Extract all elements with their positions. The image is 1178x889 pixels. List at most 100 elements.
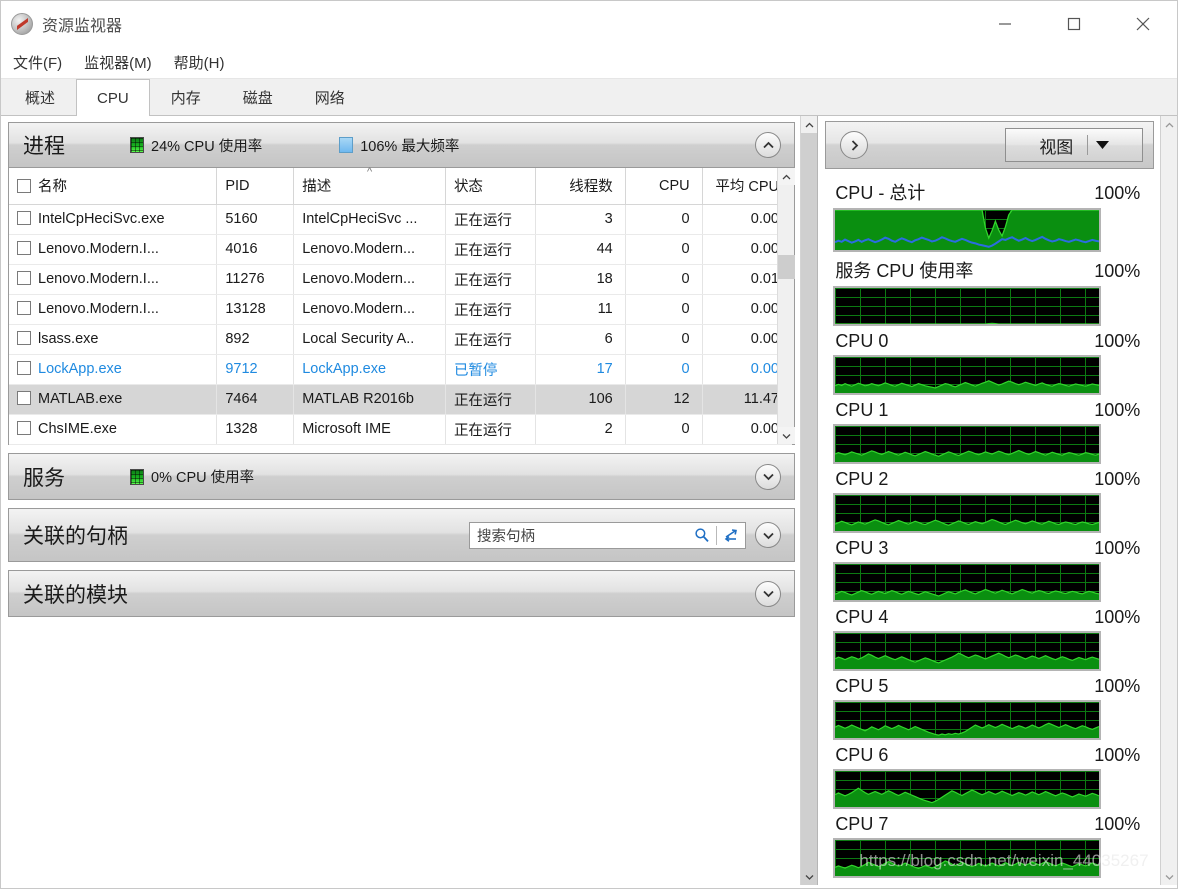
handles-header[interactable]: 关联的句柄 搜索句柄 (9, 509, 794, 561)
table-row[interactable]: Lenovo.Modern.I... 11276 Lenovo.Modern..… (9, 264, 793, 295)
right-scroll-down-button[interactable] (1161, 868, 1178, 885)
cell-pid: 11276 (216, 264, 295, 295)
left-pane-scrollbar[interactable] (800, 116, 818, 885)
right-pane-collapse-button[interactable] (840, 131, 869, 159)
col-header-pid[interactable]: PID (216, 168, 295, 205)
menu-file[interactable]: 文件(F) (13, 52, 62, 73)
tab-cpu[interactable]: CPU (76, 79, 150, 116)
row-checkbox[interactable] (17, 211, 31, 225)
services-expand-button[interactable] (755, 463, 781, 490)
row-checkbox[interactable] (17, 361, 31, 375)
menu-monitor[interactable]: 监视器(M) (84, 52, 152, 73)
graph-cpu-3 (833, 562, 1102, 602)
row-checkbox[interactable] (17, 271, 31, 285)
col-header-threads[interactable]: 线程数 (535, 168, 626, 205)
select-all-checkbox[interactable] (17, 179, 31, 194)
graph-plot (835, 652, 1100, 669)
search-input[interactable]: 搜索句柄 (470, 525, 688, 546)
menu-help[interactable]: 帮助(H) (174, 52, 225, 73)
graph-plot (835, 722, 1100, 738)
refresh-button[interactable] (717, 523, 745, 548)
handles-expand-button[interactable] (755, 522, 781, 548)
window-controls (970, 1, 1177, 47)
tab-network[interactable]: 网络 (294, 79, 366, 115)
cell-name: IntelCpHeciSvc.exe (38, 211, 165, 227)
cell-cpu: 0 (625, 414, 703, 445)
cell-name: LockApp.exe (38, 361, 122, 377)
graphs-container: 视图 CPU - 总计 100% 服务 CPU 使用率 100% CPU 0 1… (818, 116, 1160, 885)
right-pane-scrollbar[interactable] (1160, 116, 1177, 885)
search-button[interactable] (688, 523, 716, 548)
window-title: 资源监视器 (42, 18, 123, 35)
cell-description: LockApp.exe (293, 354, 446, 385)
row-checkbox[interactable] (17, 331, 31, 345)
cell-status: 正在运行 (445, 414, 537, 445)
chevron-down-icon (762, 590, 774, 598)
graph-label-cpu-4: CPU 4 100% (833, 605, 1152, 631)
close-button[interactable] (1108, 1, 1177, 47)
graph-label-cpu-2: CPU 2 100% (833, 467, 1152, 493)
tab-overview[interactable]: 概述 (4, 79, 76, 115)
cell-description: Microsoft IME (293, 414, 446, 445)
graph-cpu-2 (833, 493, 1102, 533)
row-checkbox[interactable] (17, 301, 31, 315)
table-row[interactable]: IntelCpHeciSvc.exe 5160 IntelCpHeciSvc .… (9, 204, 793, 235)
cell-name: lsass.exe (38, 331, 99, 347)
handle-search-box[interactable]: 搜索句柄 (469, 521, 746, 549)
graph-title: CPU 0 (835, 331, 889, 351)
table-row[interactable]: Lenovo.Modern.I... 4016 Lenovo.Modern...… (9, 234, 793, 265)
graph-max: 100% (1094, 607, 1141, 627)
processes-collapse-button[interactable] (755, 132, 781, 158)
left-scroll-down-button[interactable] (801, 868, 818, 885)
cell-cpu: 0 (625, 294, 703, 325)
process-table-scrollbar[interactable] (777, 168, 795, 444)
scroll-up-button[interactable] (778, 168, 795, 185)
chevron-down-icon (1165, 874, 1174, 880)
scroll-thumb[interactable] (778, 255, 795, 279)
minimize-button[interactable] (970, 1, 1039, 47)
graph-cpu-7 (833, 838, 1102, 878)
table-row[interactable]: MATLAB.exe 7464 MATLAB R2016b 正在运行 106 1… (9, 384, 793, 415)
left-scroll-up-button[interactable] (801, 116, 818, 133)
cell-status: 正在运行 (445, 324, 537, 355)
table-row[interactable]: LockApp.exe 9712 LockApp.exe 已暂停 17 0 0.… (9, 354, 793, 385)
process-table-header-row: 名称 PID ^ 描述 状态 线程数 CPU 平均 CPU (9, 167, 793, 205)
tab-disk[interactable]: 磁盘 (222, 79, 294, 115)
processes-header[interactable]: 进程 24% CPU 使用率 106% 最大频率 (9, 123, 794, 168)
processes-group: 进程 24% CPU 使用率 106% 最大频率 名称 PID ^ 描述 状态 … (8, 122, 795, 445)
table-row[interactable]: lsass.exe 892 Local Security A.. 正在运行 6 … (9, 324, 793, 355)
chevron-down-icon (782, 433, 791, 439)
processes-max-frequency-text: 106% 最大频率 (360, 138, 460, 155)
table-row[interactable]: ChsIME.exe 1328 Microsoft IME 正在运行 2 0 0… (9, 414, 793, 445)
services-header[interactable]: 服务 0% CPU 使用率 (9, 454, 794, 499)
row-checkbox[interactable] (17, 421, 31, 435)
scroll-down-button[interactable] (778, 427, 795, 444)
process-table-wrapper: 名称 PID ^ 描述 状态 线程数 CPU 平均 CPU IntelCpHec… (9, 167, 795, 445)
row-checkbox[interactable] (17, 241, 31, 255)
col-header-status[interactable]: 状态 (445, 168, 537, 205)
tab-memory[interactable]: 内存 (150, 79, 222, 115)
col-header-name[interactable]: 名称 (9, 168, 218, 205)
row-checkbox[interactable] (17, 391, 31, 405)
cell-pid: 5160 (216, 204, 295, 235)
refresh-arrows-icon (724, 529, 737, 542)
cell-threads: 44 (535, 234, 626, 265)
chevron-down-icon (762, 532, 774, 539)
modules-expand-button[interactable] (755, 580, 781, 607)
graph-plot (835, 787, 1100, 807)
view-button[interactable]: 视图 (1005, 128, 1144, 162)
cell-status: 正在运行 (445, 384, 537, 415)
col-header-description[interactable]: ^ 描述 (293, 167, 446, 205)
cell-cpu: 0 (625, 324, 703, 355)
table-row[interactable]: Lenovo.Modern.I... 13128 Lenovo.Modern..… (9, 294, 793, 325)
graph-cpu-0 (833, 355, 1102, 395)
view-button-label: 视图 (1039, 137, 1074, 157)
col-header-cpu[interactable]: CPU (625, 168, 703, 205)
modules-header[interactable]: 关联的模块 (9, 571, 794, 616)
right-scroll-up-button[interactable] (1161, 116, 1178, 133)
cell-description: Lenovo.Modern... (293, 294, 446, 325)
chevron-up-icon (762, 141, 774, 148)
maximize-button[interactable] (1039, 1, 1108, 47)
cell-name: ChsIME.exe (38, 421, 117, 437)
cell-cpu: 0 (625, 354, 703, 385)
